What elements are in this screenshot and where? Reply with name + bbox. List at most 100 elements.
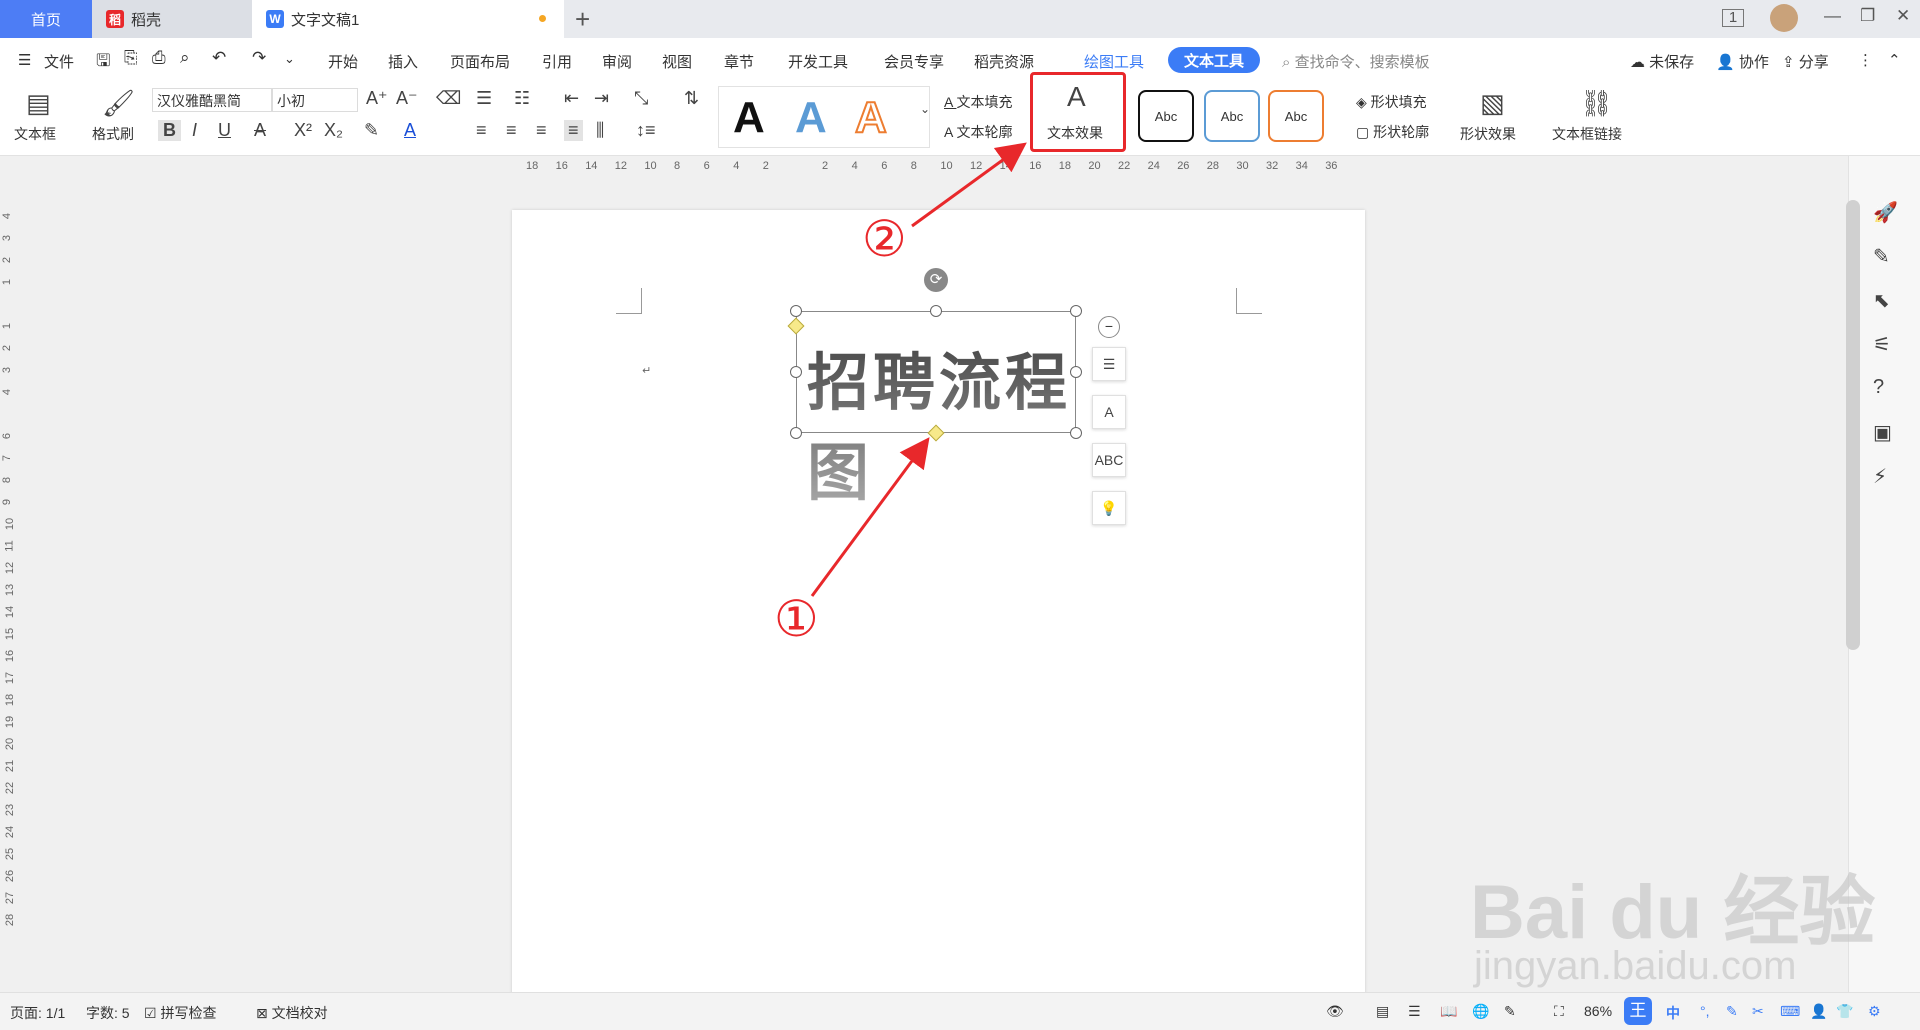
tab-document[interactable]: W 文字文稿1 <box>252 0 564 38</box>
shape-outline-button[interactable]: ▢ 形状轮廓 <box>1356 122 1429 142</box>
align-left-icon[interactable]: ≡ <box>476 120 487 141</box>
text-style-black[interactable]: A <box>733 93 765 143</box>
customize-icon[interactable]: ⌄ <box>284 51 295 67</box>
superscript-button[interactable]: X² <box>294 120 312 141</box>
textbox-icon[interactable]: ▤ <box>26 88 51 119</box>
ime-scissors-icon[interactable]: ✂ <box>1752 1003 1764 1020</box>
export-icon[interactable]: ⎘ <box>124 48 138 68</box>
font-name-select[interactable]: 汉仪雅酷黑简 <box>152 88 272 112</box>
ime-pen-icon[interactable]: ✎ <box>1726 1003 1738 1020</box>
numbered-list-icon[interactable]: ☷ <box>514 88 530 109</box>
wordart-text[interactable]: 招聘流程图 <box>807 332 1075 512</box>
decrease-indent-icon[interactable]: ⇤ <box>564 88 579 109</box>
tab-home[interactable]: 首页 <box>0 0 92 38</box>
text-style-blue[interactable]: A <box>795 93 827 143</box>
shape-effect-button[interactable]: 形状效果 <box>1460 124 1516 144</box>
bold-button[interactable]: B <box>158 120 181 141</box>
text-outline-button[interactable]: A 文本轮廓 <box>944 122 1012 142</box>
menu-view[interactable]: 视图 <box>662 51 692 72</box>
collapse-float-icon[interactable]: − <box>1098 316 1120 338</box>
layout-options-icon[interactable]: ☰ <box>1092 347 1126 381</box>
increase-indent-icon[interactable]: ⇥ <box>594 88 609 109</box>
collab-button[interactable]: 👤 协作 <box>1716 51 1769 72</box>
shape-style-black[interactable]: Abc <box>1138 90 1194 142</box>
distributed-icon[interactable]: ⫼ <box>596 120 604 141</box>
word-count[interactable]: 字数: 5 <box>86 1003 130 1023</box>
shape-fill-button[interactable]: ◈ 形状填充 <box>1356 92 1427 112</box>
font-size-select[interactable]: 小初 <box>272 88 358 112</box>
zoom-level[interactable]: 86% <box>1584 1003 1612 1019</box>
menu-references[interactable]: 引用 <box>542 51 572 72</box>
doc-proof-button[interactable]: ⊠ 文档校对 <box>256 1003 328 1023</box>
menu-review[interactable]: 审阅 <box>602 51 632 72</box>
ime-keyboard-icon[interactable]: ⌨ <box>1780 1003 1800 1020</box>
ime-language[interactable]: 中 <box>1666 1003 1680 1023</box>
ime-settings-icon[interactable]: ⚙ <box>1868 1003 1881 1020</box>
italic-button[interactable]: I <box>192 120 197 141</box>
read-view-icon[interactable]: 📖 <box>1440 1003 1457 1020</box>
web-view-icon[interactable]: 🌐 <box>1472 1003 1489 1020</box>
clear-format-icon[interactable]: ⌫ <box>436 88 461 109</box>
gallery-more-icon[interactable]: ⌄ <box>920 102 930 116</box>
ime-logo-icon[interactable]: 王 <box>1624 997 1652 1025</box>
outline-view-icon[interactable]: ☰ <box>1408 1003 1421 1020</box>
strikethrough-icon[interactable]: A <box>254 120 266 141</box>
menu-member[interactable]: 会员专享 <box>884 51 944 72</box>
redo-icon[interactable]: ↷ <box>252 48 266 68</box>
menu-dev-tools[interactable]: 开发工具 <box>788 51 848 72</box>
bullet-list-icon[interactable]: ☰ <box>476 88 492 109</box>
textbox-button[interactable]: 文本框 <box>14 124 56 144</box>
eye-icon[interactable]: 👁 <box>1326 1003 1344 1020</box>
rocket-icon[interactable]: 🚀 <box>1873 200 1898 225</box>
resize-handle[interactable] <box>790 305 802 317</box>
idea-bulb-icon[interactable]: 💡 <box>1092 491 1126 525</box>
ime-shirt-icon[interactable]: 👕 <box>1836 1003 1853 1020</box>
print-icon[interactable]: ⎙ <box>152 48 166 68</box>
ime-user-icon[interactable]: 👤 <box>1810 1003 1827 1020</box>
link-icon[interactable]: ⛓ <box>1580 88 1613 119</box>
highlight-icon[interactable]: ✎ <box>364 120 379 141</box>
vertical-scrollbar[interactable] <box>1846 200 1860 650</box>
resize-handle[interactable] <box>1070 305 1082 317</box>
subscript-button[interactable]: X₂ <box>324 120 343 141</box>
undo-icon[interactable]: ↶ <box>212 48 226 68</box>
font-color-icon[interactable]: A <box>404 120 416 141</box>
menu-file[interactable]: 文件 <box>44 51 74 72</box>
resize-handle[interactable] <box>930 305 942 317</box>
write-view-icon[interactable]: ✎ <box>1504 1003 1516 1020</box>
menu-insert[interactable]: 插入 <box>388 51 418 72</box>
align-right-icon[interactable]: ≡ <box>536 120 547 141</box>
menu-page-layout[interactable]: 页面布局 <box>450 51 510 72</box>
text-style-float-icon[interactable]: A <box>1092 395 1126 429</box>
restore-icon[interactable]: ❐ <box>1860 6 1875 26</box>
hamburger-icon[interactable]: ☰ <box>18 51 31 69</box>
textbox-link-button[interactable]: 文本框链接 <box>1552 124 1622 144</box>
format-painter-button[interactable]: 格式刷 <box>92 124 134 144</box>
text-fill-button[interactable]: A 文本填充 <box>944 92 1012 112</box>
underline-button[interactable]: U <box>218 120 231 141</box>
justify-icon[interactable]: ≡ <box>564 120 583 141</box>
format-painter-icon[interactable]: 🖌 <box>102 88 135 119</box>
text-effect-button[interactable]: A 文本效果 <box>1030 72 1126 152</box>
line-spacing-icon[interactable]: ↕≡ <box>636 120 656 141</box>
unsaved-button[interactable]: ☁ 未保存 <box>1630 51 1694 72</box>
collapse-ribbon-icon[interactable]: ⌃ <box>1888 51 1901 69</box>
preview-icon[interactable]: ⌕ <box>180 48 190 68</box>
new-tab-button[interactable]: + <box>575 4 590 35</box>
text-direction-icon[interactable]: ⤡ <box>634 88 648 109</box>
text-fill-float-icon[interactable]: ABC <box>1092 443 1126 477</box>
menu-daoke-resources[interactable]: 稻壳资源 <box>974 51 1034 72</box>
fit-page-icon[interactable]: ⛶ <box>1554 1003 1564 1020</box>
align-center-icon[interactable]: ≡ <box>506 120 517 141</box>
shape-effect-icon[interactable]: ▧ <box>1480 88 1505 119</box>
wordart-textbox[interactable]: 招聘流程图 <box>796 311 1076 509</box>
page-view-icon[interactable]: ▤ <box>1376 1003 1389 1020</box>
avatar[interactable] <box>1770 4 1798 32</box>
save-icon[interactable]: 🖫 <box>96 48 110 77</box>
help-icon[interactable]: ? <box>1873 376 1884 399</box>
pen-icon[interactable]: ✎ <box>1873 244 1890 269</box>
text-style-orange-outline[interactable]: A <box>854 92 888 143</box>
menu-chapter[interactable]: 章节 <box>724 51 754 72</box>
grow-font-icon[interactable]: A⁺ <box>366 88 388 109</box>
lightning-icon[interactable]: ⚡ <box>1873 464 1887 489</box>
